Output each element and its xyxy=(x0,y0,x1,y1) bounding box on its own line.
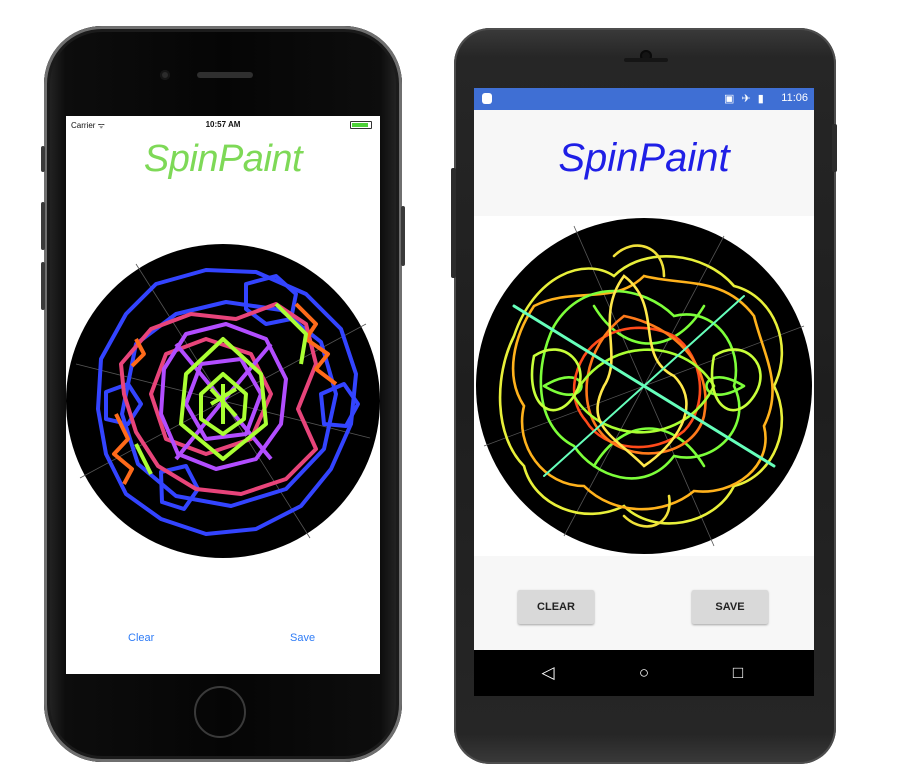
earpiece-speaker xyxy=(624,58,668,62)
save-button[interactable]: SAVE xyxy=(692,590,768,624)
iphone-volume-down xyxy=(41,262,45,310)
save-button[interactable]: Save xyxy=(290,632,315,644)
android-screen: ▣ ✈ ▮ 11:06 SpinPaint CLEAR SAVE ◁ ○ □ xyxy=(474,88,814,696)
iphone-mute-switch xyxy=(41,146,45,172)
android-nav-bar: ◁ ○ □ xyxy=(474,650,814,696)
clear-button[interactable]: CLEAR xyxy=(518,590,594,624)
clear-button[interactable]: Clear xyxy=(128,632,154,644)
status-time: 10:57 AM xyxy=(205,120,241,129)
home-button[interactable] xyxy=(194,686,246,738)
home-icon[interactable]: ○ xyxy=(634,663,654,683)
app-title: SpinPaint xyxy=(143,138,303,180)
battery-icon xyxy=(350,121,372,129)
status-time: 11:06 xyxy=(781,92,808,104)
android-device: ▣ ✈ ▮ 11:06 SpinPaint CLEAR SAVE ◁ ○ □ xyxy=(451,28,837,764)
app-title: SpinPaint xyxy=(558,136,730,180)
back-icon[interactable]: ◁ xyxy=(538,663,558,683)
iphone-device: Carrier ᯤ 10:57 AM SpinPaint Clear Save xyxy=(41,26,405,762)
android-volume-rocker xyxy=(451,168,456,278)
iphone-volume-up xyxy=(41,202,45,250)
front-camera-icon xyxy=(160,70,170,80)
android-power-button xyxy=(832,124,837,172)
ios-status-bar: Carrier ᯤ 10:57 AM xyxy=(66,116,380,132)
recents-icon[interactable]: □ xyxy=(728,663,748,683)
earpiece-speaker xyxy=(197,72,253,78)
iphone-power-button xyxy=(401,206,405,266)
android-status-bar: ▣ ✈ ▮ 11:06 xyxy=(474,88,814,110)
ios-spin-canvas[interactable] xyxy=(66,244,380,558)
status-icons: ▣ ✈ ▮ xyxy=(724,93,766,105)
ios-screen: Carrier ᯤ 10:57 AM SpinPaint Clear Save xyxy=(66,116,380,674)
notification-icon xyxy=(482,93,492,104)
android-spin-canvas[interactable] xyxy=(474,216,814,556)
